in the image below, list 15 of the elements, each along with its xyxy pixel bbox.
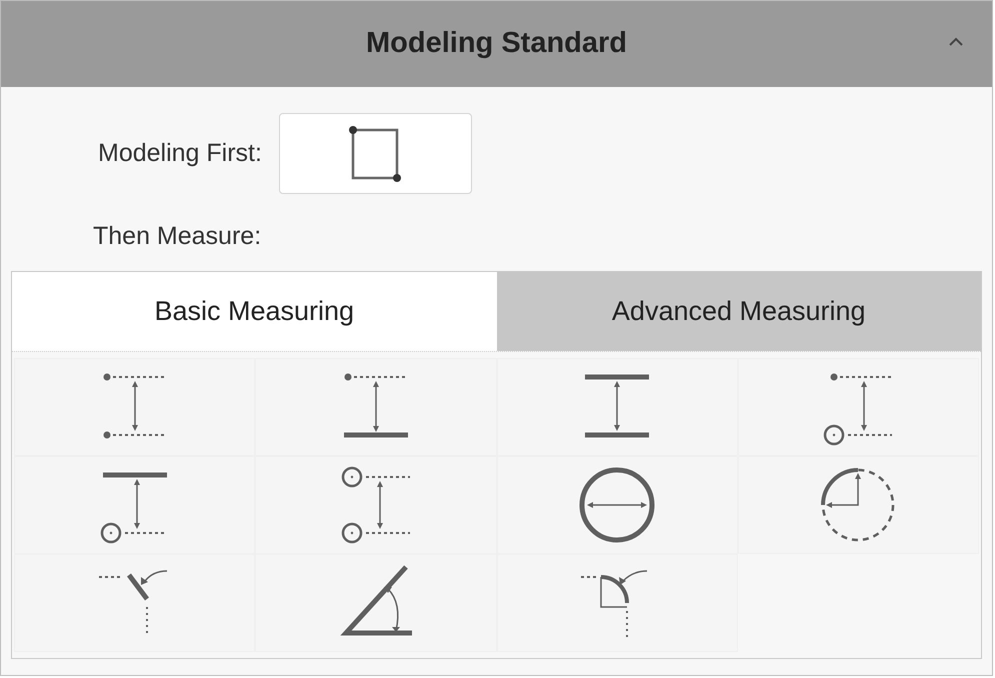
measure-tool-button[interactable] bbox=[738, 456, 979, 554]
modeling-first-button[interactable] bbox=[278, 113, 472, 194]
then-measure-label: Then Measure: bbox=[93, 221, 262, 251]
panel-header[interactable]: Modeling Standard bbox=[1, 1, 992, 87]
collapse-chevron-icon[interactable] bbox=[948, 37, 964, 47]
tab[interactable]: Basic Measuring bbox=[12, 272, 496, 351]
panel-title: Modeling Standard bbox=[366, 26, 627, 62]
measure-tool-button[interactable] bbox=[255, 554, 496, 652]
measure-tool-button[interactable] bbox=[496, 456, 738, 554]
tab[interactable]: Advanced Measuring bbox=[496, 272, 981, 351]
modeling-first-label: Modeling First: bbox=[98, 138, 262, 169]
measure-tool-button[interactable] bbox=[14, 456, 256, 554]
measure-tool-button[interactable] bbox=[255, 358, 496, 456]
diameter-icon bbox=[577, 465, 658, 545]
measure-tool-button[interactable] bbox=[496, 358, 738, 456]
